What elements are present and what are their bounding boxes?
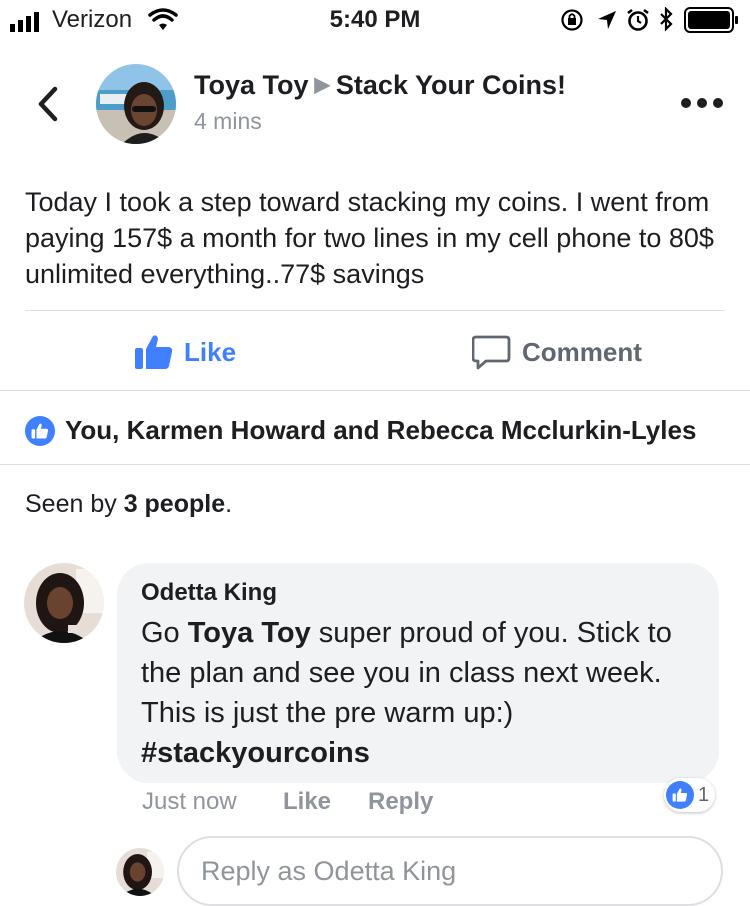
comment-hashtag[interactable]: #stackyourcoins [141, 737, 370, 769]
arrow-right-icon: ▶ [314, 74, 330, 96]
alarm-icon [627, 8, 649, 31]
author-avatar[interactable] [96, 64, 176, 144]
like-label: Like [184, 336, 237, 367]
comment-text: Go Toya Toy super proud of you. Stick to… [141, 613, 701, 773]
seen-count: 3 people [123, 490, 226, 518]
post-header-title: Toya Toy ▶ Stack Your Coins! [194, 70, 566, 101]
post-text: Today I took a step toward stacking my c… [25, 187, 714, 289]
like-reaction-icon [25, 415, 55, 446]
author-name[interactable]: Toya Toy [194, 70, 309, 100]
comment-icon [472, 335, 511, 370]
reply-input[interactable]: Reply as Odetta King [177, 836, 723, 906]
reply-placeholder: Reply as Odetta King [201, 855, 457, 886]
seen-by[interactable]: Seen by 3 people. [25, 490, 232, 519]
seen-suffix: . [225, 490, 233, 518]
comment-button[interactable]: Comment [472, 334, 642, 370]
comment-reply-button[interactable]: Reply [368, 788, 433, 816]
orientation-lock-icon [561, 9, 583, 31]
comment-label: Comment [522, 336, 642, 367]
divider [0, 390, 750, 391]
thumbs-up-icon [135, 335, 173, 369]
back-icon[interactable] [36, 86, 60, 122]
comment-text-prefix: Go [141, 617, 188, 649]
more-options-icon[interactable] [680, 96, 724, 110]
bluetooth-icon [660, 7, 673, 32]
comment-like-count[interactable]: 1 [664, 778, 716, 812]
like-button[interactable]: Like [134, 334, 236, 370]
reply-avatar [116, 848, 164, 896]
divider [25, 310, 725, 311]
comment-mention[interactable]: Toya Toy [188, 617, 311, 649]
group-name[interactable]: Stack Your Coins! [336, 70, 566, 100]
commenter-avatar[interactable] [24, 563, 104, 643]
post-timestamp[interactable]: 4 mins [194, 108, 262, 135]
like-count-number: 1 [698, 783, 710, 806]
reaction-names: You, Karmen Howard and Rebecca Mcclurkin… [65, 415, 697, 445]
reactions-summary[interactable]: You, Karmen Howard and Rebecca Mcclurkin… [25, 415, 696, 446]
comment-like-button[interactable]: Like [283, 788, 331, 816]
comment-author[interactable]: Odetta King [141, 579, 277, 607]
battery-icon [684, 7, 738, 33]
status-bar: Verizon 5:40 PM [0, 0, 750, 40]
comment-timestamp: Just now [142, 788, 237, 815]
like-reaction-icon [666, 781, 694, 809]
seen-prefix: Seen by [25, 490, 124, 518]
location-icon [598, 11, 616, 29]
divider [0, 464, 750, 465]
